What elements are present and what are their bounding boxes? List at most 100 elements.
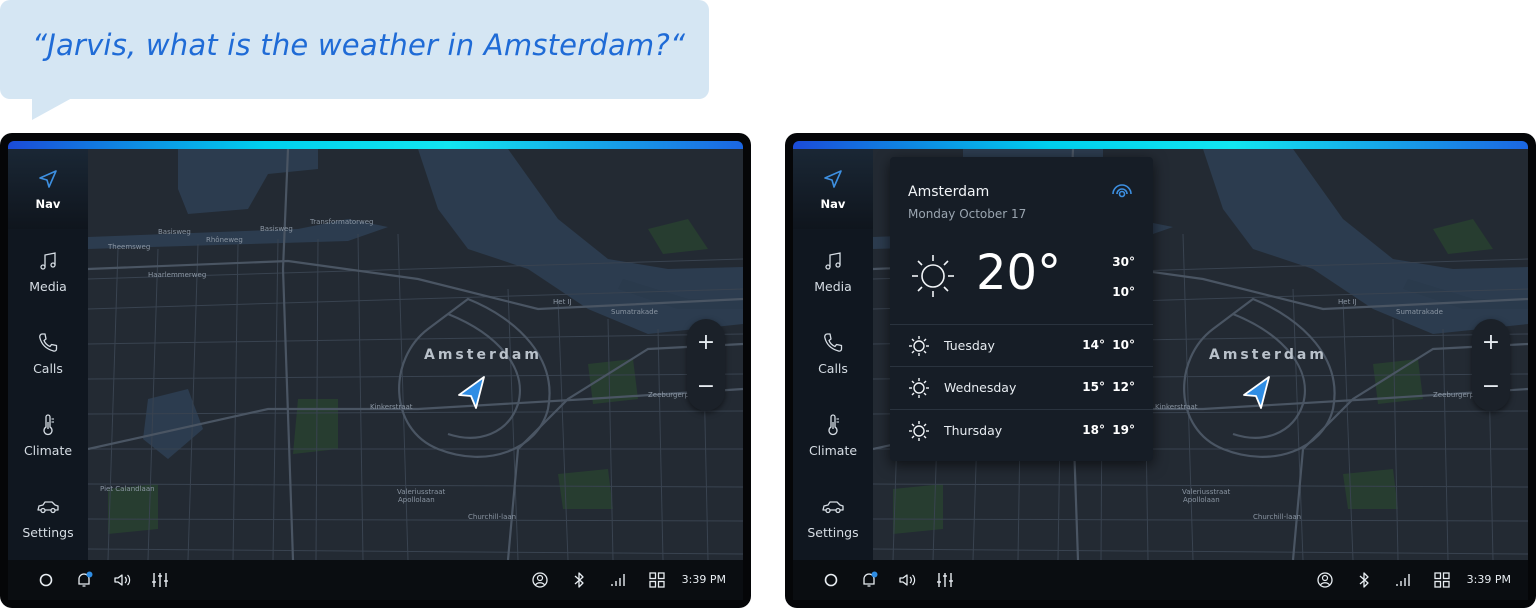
svg-text:Basisweg: Basisweg: [260, 225, 293, 233]
sun-icon: [909, 336, 929, 356]
bluetooth-icon[interactable]: [1354, 570, 1374, 590]
voice-prompt-text: “Jarvis, what is the weather in Amsterda…: [32, 28, 686, 62]
svg-text:Apollolaan: Apollolaan: [398, 496, 435, 504]
svg-text:Transformatorweg: Transformatorweg: [309, 218, 374, 226]
current-temperature: 20°: [976, 245, 1062, 301]
zoom-out-button[interactable]: −: [1472, 367, 1510, 407]
voice-assistant-glow-bar: [8, 141, 743, 149]
profile-icon[interactable]: [1315, 570, 1335, 590]
zoom-out-button[interactable]: −: [687, 367, 725, 407]
map-streets: Theemsweg Basisweg Rhôneweg Basisweg Tra…: [88, 149, 743, 560]
svg-text:Valeriusstraat: Valeriusstraat: [397, 488, 446, 496]
forecast-day: Thursday: [944, 423, 1003, 438]
apps-grid-icon[interactable]: [1432, 570, 1452, 590]
svg-text:Theemsweg: Theemsweg: [107, 243, 150, 251]
notification-bell-icon[interactable]: [859, 570, 879, 590]
svg-text:Apollolaan: Apollolaan: [1183, 496, 1220, 504]
signal-icon: [1396, 574, 1410, 586]
zoom-control: + −: [1472, 319, 1510, 411]
volume-icon[interactable]: [897, 570, 917, 590]
forecast-row: Thursday 18° 19°: [890, 409, 1153, 451]
svg-text:Haarlemmerweg: Haarlemmerweg: [148, 271, 206, 279]
sidebar-item-climate[interactable]: Climate: [8, 395, 88, 475]
zoom-in-button[interactable]: +: [687, 323, 725, 363]
sidebar-item-label: Calls: [33, 361, 63, 376]
svg-text:Het IJ: Het IJ: [553, 298, 572, 306]
sun-icon: [912, 255, 954, 297]
home-circle-icon[interactable]: [821, 570, 841, 590]
weather-date: Monday October 17: [908, 207, 1027, 221]
equalizer-icon[interactable]: [150, 570, 170, 590]
sidebar-item-media[interactable]: Media: [793, 231, 873, 311]
map-city-label: Amsterdam: [1209, 347, 1327, 363]
sidebar-item-calls[interactable]: Calls: [793, 313, 873, 393]
equalizer-icon[interactable]: [935, 570, 955, 590]
sidebar-item-label: Settings: [807, 525, 859, 540]
svg-text:Kinkerstraat: Kinkerstraat: [370, 403, 413, 411]
navigation-arrow-icon: [39, 170, 57, 188]
status-bar: 3:39 PM: [8, 560, 743, 600]
sun-icon: [909, 378, 929, 398]
sidebar-item-climate[interactable]: Climate: [793, 395, 873, 475]
sidebar: Nav Media Calls Climate Settings: [793, 149, 873, 560]
forecast-day: Wednesday: [944, 380, 1017, 395]
bluetooth-icon[interactable]: [569, 570, 589, 590]
svg-text:Valeriusstraat: Valeriusstraat: [1182, 488, 1231, 496]
zoom-in-button[interactable]: +: [1472, 323, 1510, 363]
forecast-high: 14°: [1082, 338, 1105, 352]
current-location-arrow-icon: [1243, 376, 1270, 409]
profile-icon[interactable]: [530, 570, 550, 590]
svg-text:Rhôneweg: Rhôneweg: [206, 236, 243, 244]
svg-text:Churchill-laan: Churchill-laan: [1253, 513, 1301, 521]
broadcast-icon[interactable]: [1109, 181, 1135, 201]
voice-prompt-bubble: “Jarvis, what is the weather in Amsterda…: [0, 0, 709, 99]
zoom-control: + −: [687, 319, 725, 411]
forecast-day: Tuesday: [944, 338, 995, 353]
sidebar-item-label: Media: [814, 279, 852, 294]
home-circle-icon[interactable]: [36, 570, 56, 590]
forecast-row: Tuesday 14° 10°: [890, 324, 1153, 366]
forecast-high: 15°: [1082, 380, 1105, 394]
notification-bell-icon[interactable]: [74, 570, 94, 590]
sidebar-item-label: Settings: [22, 525, 74, 540]
forecast-row: Wednesday 15° 12°: [890, 366, 1153, 408]
sidebar-item-settings[interactable]: Settings: [793, 477, 873, 557]
sidebar-item-nav[interactable]: Nav: [8, 149, 88, 229]
navigation-arrow-icon: [824, 170, 842, 188]
sidebar-item-media[interactable]: Media: [8, 231, 88, 311]
temperature-low: 10°: [1112, 285, 1135, 299]
forecast-low: 12°: [1112, 380, 1135, 394]
sidebar-item-label: Climate: [23, 443, 73, 458]
clock-time: 3:39 PM: [681, 573, 726, 586]
sun-icon: [909, 421, 929, 441]
sidebar-item-label: Media: [29, 279, 67, 294]
apps-grid-icon[interactable]: [647, 570, 667, 590]
volume-icon[interactable]: [112, 570, 132, 590]
svg-text:Basisweg: Basisweg: [158, 228, 191, 236]
sidebar-item-label: Climate: [808, 443, 858, 458]
bubble-tail: [32, 98, 72, 120]
svg-text:Churchill-laan: Churchill-laan: [468, 513, 516, 521]
sidebar: Nav Media Calls Climate Settings: [8, 149, 88, 560]
phone-icon: [39, 333, 58, 352]
sidebar-item-settings[interactable]: Settings: [8, 477, 88, 557]
phone-icon: [824, 333, 843, 352]
car-icon: [37, 501, 59, 514]
map-view[interactable]: Theemsweg Basisweg Rhôneweg Basisweg Tra…: [88, 149, 743, 560]
thermometer-icon: [828, 414, 839, 436]
forecast-low: 19°: [1112, 423, 1135, 437]
svg-text:Het IJ: Het IJ: [1338, 298, 1357, 306]
forecast-low: 10°: [1112, 338, 1135, 352]
status-bar: 3:39 PM: [793, 560, 1528, 600]
forecast-high: 18°: [1082, 423, 1105, 437]
music-note-icon: [825, 252, 841, 270]
map-city-label: Amsterdam: [424, 347, 542, 363]
voice-assistant-glow-bar: [793, 141, 1528, 149]
signal-icon: [611, 574, 625, 586]
weather-city: Amsterdam: [908, 184, 990, 200]
sidebar-item-calls[interactable]: Calls: [8, 313, 88, 393]
sidebar-item-nav[interactable]: Nav: [793, 149, 873, 229]
car-screen-before: Nav Media Calls Climate Settings Theemsw…: [0, 133, 751, 608]
sidebar-item-label: Nav: [35, 197, 61, 211]
svg-text:Sumatrakade: Sumatrakade: [1396, 308, 1443, 316]
